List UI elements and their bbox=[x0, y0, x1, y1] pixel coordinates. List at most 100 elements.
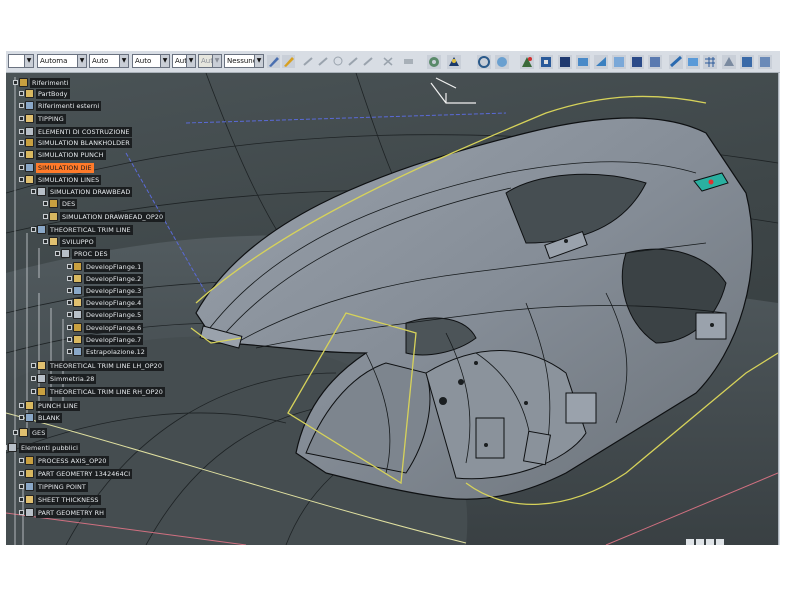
chevron-down-icon[interactable]: ▼ bbox=[24, 55, 33, 67]
tree-node[interactable]: SIMULATION LINES bbox=[25, 174, 102, 185]
tree-expander-icon[interactable] bbox=[31, 363, 36, 368]
tree-expander-icon[interactable] bbox=[13, 80, 18, 85]
tree-expander-icon[interactable] bbox=[55, 251, 60, 256]
tree-node[interactable]: Riferimenti bbox=[19, 77, 71, 88]
render-style-select[interactable]: Nessunc ▼ bbox=[224, 54, 264, 68]
tree-expander-icon[interactable] bbox=[43, 214, 48, 219]
tree-node[interactable]: PROC DES bbox=[61, 248, 110, 259]
tree-expander-icon[interactable] bbox=[67, 312, 72, 317]
tree-node[interactable]: THEORETICAL TRIM LINE bbox=[37, 224, 133, 235]
tree-node[interactable]: ELEMENTI DI COSTRUZIONE bbox=[25, 126, 132, 137]
brush-icon[interactable] bbox=[267, 55, 280, 68]
tree-node[interactable]: DevelopFlange.6 bbox=[73, 322, 144, 333]
point-icon[interactable] bbox=[612, 55, 626, 69]
tree-expander-icon[interactable] bbox=[19, 403, 24, 408]
layer-icon[interactable] bbox=[576, 55, 590, 69]
tree-node[interactable]: Riferimenti esterni bbox=[25, 100, 102, 111]
tree-expander-icon[interactable] bbox=[19, 91, 24, 96]
compass-icon[interactable] bbox=[722, 55, 736, 69]
swap-icon[interactable] bbox=[558, 55, 572, 69]
tree-expander-icon[interactable] bbox=[6, 445, 7, 450]
snap-icon[interactable] bbox=[302, 55, 315, 68]
analysis-toolbar-icon[interactable] bbox=[686, 55, 700, 69]
tree-node[interactable]: SIMULATION DRAWBEAD_OP20 bbox=[49, 211, 166, 222]
axis-icon[interactable] bbox=[382, 55, 395, 68]
tree-node[interactable]: DevelopFlange.2 bbox=[73, 273, 144, 284]
tree-node[interactable]: Simmetria.28 bbox=[37, 373, 97, 384]
tree-node[interactable]: DevelopFlange.1 bbox=[73, 261, 144, 272]
tree-expander-icon[interactable] bbox=[31, 389, 36, 394]
tree-expander-icon[interactable] bbox=[19, 103, 24, 108]
tree-node[interactable]: THEORETICAL TRIM LINE RH_OP20 bbox=[37, 386, 165, 397]
tree-node[interactable]: DES bbox=[49, 198, 78, 209]
pencil-icon[interactable] bbox=[282, 55, 295, 68]
tree-expander-icon[interactable] bbox=[67, 300, 72, 305]
tree-expander-icon[interactable] bbox=[19, 177, 24, 182]
view-icon[interactable] bbox=[495, 55, 509, 69]
tree-expander-icon[interactable] bbox=[13, 430, 18, 435]
tree-expander-icon[interactable] bbox=[67, 288, 72, 293]
tree-node[interactable]: SIMULATION DIE bbox=[25, 162, 94, 173]
tree-expander-icon[interactable] bbox=[31, 376, 36, 381]
tree-expander-icon[interactable] bbox=[67, 264, 72, 269]
tree-expander-icon[interactable] bbox=[19, 152, 24, 157]
chevron-down-icon[interactable]: ▼ bbox=[160, 55, 169, 67]
tree-expander-icon[interactable] bbox=[31, 189, 36, 194]
tree-expander-icon[interactable] bbox=[43, 201, 48, 206]
layer-select[interactable]: Automa ▼ bbox=[37, 54, 87, 68]
tree-node[interactable]: Estrapolazione.12 bbox=[73, 346, 147, 357]
tree-expander-icon[interactable] bbox=[67, 337, 72, 342]
tree-expander-icon[interactable] bbox=[19, 116, 24, 121]
tree-node[interactable]: TIPPING POINT bbox=[25, 481, 88, 492]
tree-node[interactable]: GES bbox=[19, 427, 48, 438]
hide-icon[interactable] bbox=[539, 55, 553, 69]
chevron-down-icon[interactable]: ▼ bbox=[212, 55, 221, 67]
grid-icon[interactable] bbox=[347, 55, 360, 68]
grid-toolbar-icon[interactable] bbox=[703, 55, 717, 69]
tree-node[interactable]: PUNCH LINE bbox=[25, 400, 80, 411]
chevron-down-icon[interactable]: ▼ bbox=[77, 55, 86, 67]
line-icon[interactable] bbox=[630, 55, 644, 69]
rotate-icon[interactable] bbox=[427, 55, 441, 69]
color-select[interactable]: Auto ▼ bbox=[89, 54, 129, 68]
tree-node[interactable]: SIMULATION BLANKHOLDER bbox=[25, 137, 132, 148]
plane-icon[interactable] bbox=[594, 55, 608, 69]
weight-select[interactable]: Aut ▼ bbox=[172, 54, 196, 68]
chevron-down-icon[interactable]: ▼ bbox=[254, 55, 263, 67]
tree-node[interactable]: THEORETICAL TRIM LINE LH_OP20 bbox=[37, 360, 165, 371]
chevron-down-icon[interactable]: ▼ bbox=[186, 55, 195, 67]
sketch-icon[interactable] bbox=[362, 55, 375, 68]
tree-expander-icon[interactable] bbox=[67, 349, 72, 354]
sweep-toolbar-icon[interactable] bbox=[669, 55, 683, 69]
tree-expander-icon[interactable] bbox=[19, 497, 24, 502]
cursor-icon[interactable] bbox=[332, 55, 345, 68]
tree-node[interactable]: SHEET THICKNESS bbox=[25, 494, 101, 505]
tree-node[interactable]: Elementi pubblici bbox=[8, 442, 81, 453]
line-thickness-select[interactable]: ▼ bbox=[8, 54, 34, 68]
measure-icon[interactable] bbox=[402, 55, 415, 68]
tree-node[interactable]: TIPPING bbox=[25, 113, 66, 124]
tree-expander-icon[interactable] bbox=[19, 129, 24, 134]
tree-expander-icon[interactable] bbox=[19, 458, 24, 463]
tree-node[interactable]: PART GEOMETRY 1342464CI bbox=[25, 468, 133, 479]
settings-icon[interactable] bbox=[758, 55, 772, 69]
point-style-select[interactable]: Aut ▼ bbox=[198, 54, 222, 68]
fit-icon[interactable] bbox=[477, 55, 491, 69]
tree-expander-icon[interactable] bbox=[43, 239, 48, 244]
tree-expander-icon[interactable] bbox=[19, 484, 24, 489]
tree-node[interactable]: SIMULATION PUNCH bbox=[25, 149, 106, 160]
tree-expander-icon[interactable] bbox=[67, 276, 72, 281]
tree-node[interactable]: PROCESS AXIS_OP20 bbox=[25, 455, 109, 466]
linetype-select[interactable]: Auto ▼ bbox=[132, 54, 170, 68]
tree-node[interactable]: DevelopFlange.5 bbox=[73, 309, 144, 320]
tree-node[interactable]: DevelopFlange.4 bbox=[73, 297, 144, 308]
tree-node[interactable]: PART GEOMETRY RH bbox=[25, 507, 107, 518]
tree-node[interactable]: SIMULATION DRAWBEAD bbox=[37, 186, 133, 197]
tree-node[interactable]: DevelopFlange.3 bbox=[73, 285, 144, 296]
render-icon[interactable] bbox=[520, 55, 534, 69]
tree-expander-icon[interactable] bbox=[19, 415, 24, 420]
tool-icon[interactable] bbox=[740, 55, 754, 69]
curve-icon[interactable] bbox=[648, 55, 662, 69]
chevron-down-icon[interactable]: ▼ bbox=[119, 55, 128, 67]
tree-node[interactable]: DevelopFlange.7 bbox=[73, 334, 144, 345]
